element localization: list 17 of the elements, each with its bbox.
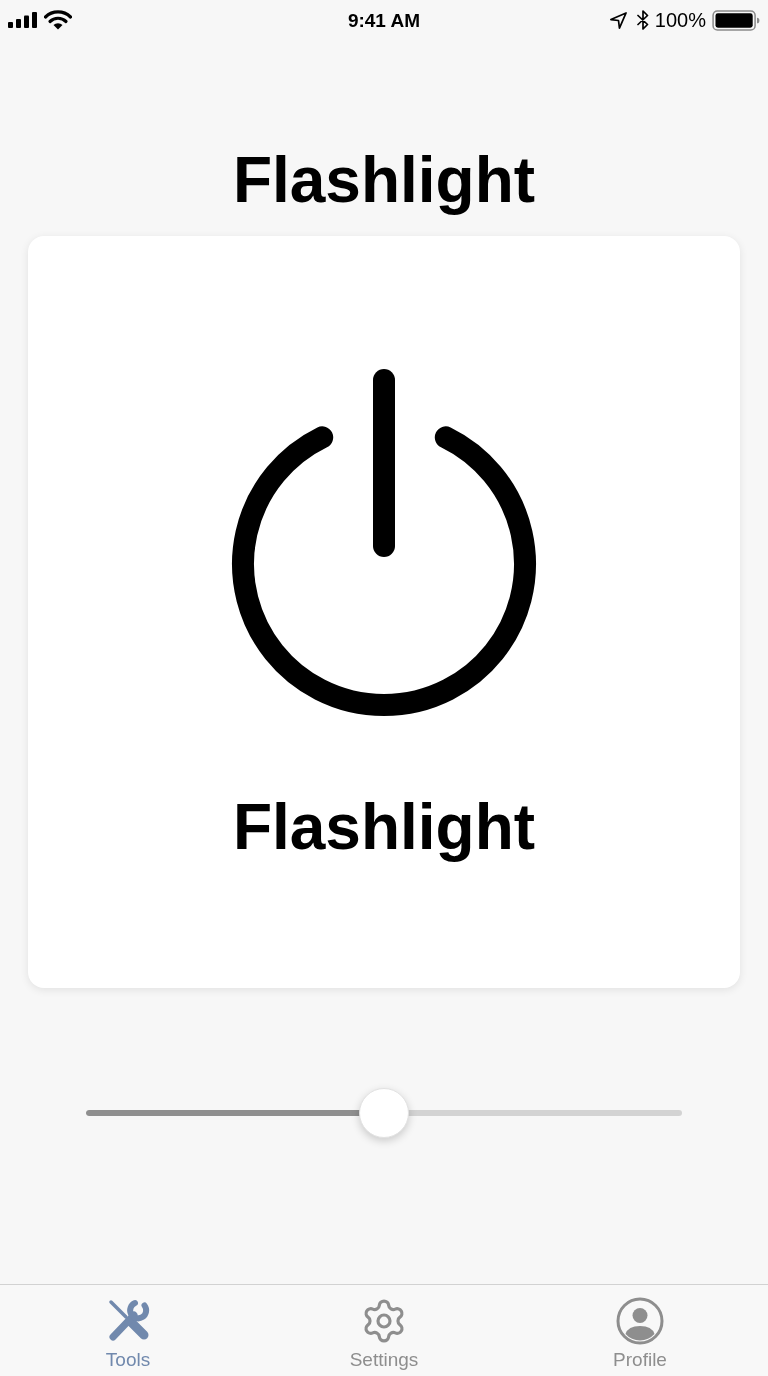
power-icon [231,369,537,717]
tab-button[interactable]: Settings [256,1285,512,1376]
slider-thumb[interactable] [359,1088,409,1138]
flashlight-label: Flashlight [232,793,536,861]
tab-button[interactable]: Profile [512,1285,768,1376]
location-arrow-icon [609,11,627,29]
status-time: 9:41 AM [347,10,421,30]
page-title: Flashlight [232,146,536,214]
profile-icon [616,1297,664,1345]
tab-button[interactable]: Tools [0,1285,256,1376]
signal-icon [8,12,38,28]
flashlight-card[interactable]: Flashlight [28,236,740,988]
wifi-icon [44,10,72,30]
battery-icon [712,9,760,31]
battery-percentage: 100% [654,10,706,30]
brightness-slider[interactable] [86,1088,682,1138]
bluetooth-icon [636,10,649,30]
